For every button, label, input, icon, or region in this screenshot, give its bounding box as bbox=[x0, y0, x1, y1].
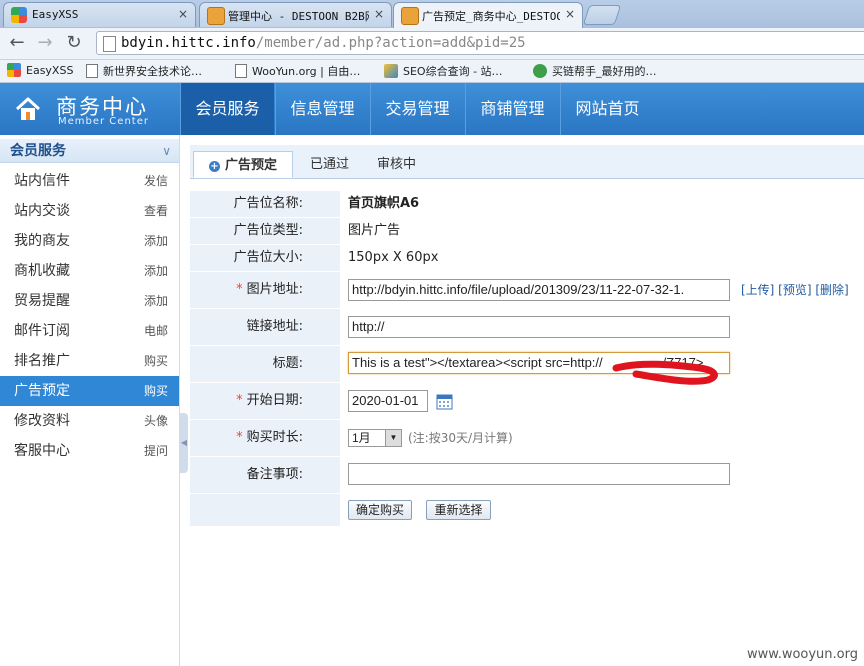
title-label: 标题: bbox=[190, 346, 340, 382]
form-row-image: * 图片地址: http://bdyin.hittc.info/file/uplo… bbox=[190, 272, 864, 308]
form-row-duration: * 购买时长: 1月 ▼ (注:按30天/月计算) bbox=[190, 420, 864, 456]
address-bar[interactable]: bdyin.hittc.info/member/ad.php?action=ad… bbox=[96, 31, 864, 55]
bookmark-item[interactable]: SEO综合查询 - 站… bbox=[384, 63, 503, 79]
nav-info-management[interactable]: 信息管理 bbox=[275, 83, 369, 135]
nav-member-services[interactable]: 会员服务 bbox=[180, 83, 274, 135]
sidebar-section-title: 会员服务 bbox=[10, 143, 66, 159]
back-arrow-icon[interactable]: ← bbox=[5, 31, 29, 55]
house-icon bbox=[15, 97, 41, 120]
forward-arrow-icon[interactable]: → bbox=[33, 31, 57, 55]
logo-subtitle: Member Center bbox=[58, 116, 149, 127]
tab-approved[interactable]: 已通过 bbox=[310, 151, 349, 178]
sidebar-item-mail-subscribe[interactable]: 邮件订阅 电邮 bbox=[0, 316, 179, 346]
easyxss-favicon-icon bbox=[7, 63, 21, 77]
form-row-title: 标题: This is a test"></textarea><script s… bbox=[190, 346, 864, 385]
link-url-input[interactable]: http:// bbox=[348, 316, 730, 338]
nav-trade-management[interactable]: 交易管理 bbox=[370, 83, 464, 135]
form-row-buttons: 确定购买 重新选择 bbox=[190, 494, 864, 526]
subtabs-bar: + 广告预定 已通过 审核中 bbox=[190, 145, 864, 179]
start-date-input[interactable]: 2020-01-01 bbox=[348, 390, 428, 412]
form-row-ad-type: 广告位类型: 图片广告 bbox=[190, 218, 864, 244]
destoon-favicon-icon bbox=[401, 7, 419, 25]
duration-hint: (注:按30天/月计算) bbox=[408, 431, 513, 445]
duration-select[interactable]: 1月 ▼ bbox=[348, 429, 402, 447]
member-center-logo[interactable]: 商务中心 Member Center bbox=[0, 83, 180, 135]
sidebar-item-friends[interactable]: 我的商友 添加 bbox=[0, 226, 179, 256]
sidebar-item-ad-booking[interactable]: 广告预定 购买 bbox=[0, 376, 179, 406]
dropdown-arrow-icon[interactable]: ▼ bbox=[385, 430, 401, 446]
document-icon bbox=[86, 64, 98, 78]
image-label: * 图片地址: bbox=[190, 272, 340, 308]
note-input[interactable] bbox=[348, 463, 730, 485]
form-row-ad-name: 广告位名称: 首页旗帜A6 bbox=[190, 191, 864, 217]
ad-type-value: 图片广告 bbox=[348, 223, 401, 238]
red-redaction-scribble bbox=[612, 360, 718, 385]
duration-label: * 购买时长: bbox=[190, 420, 340, 456]
ad-size-label: 广告位大小: bbox=[190, 245, 340, 271]
form-row-start-date: * 开始日期: 2020-01-01 bbox=[190, 383, 864, 419]
tab-title: 管理中心 - DESTOON B2B网 bbox=[228, 10, 369, 23]
form-row-ad-size: 广告位大小: 150px X 60px bbox=[190, 245, 864, 271]
form-row-note: 备注事项: bbox=[190, 457, 864, 493]
site-header: 商务中心 Member Center 会员服务 信息管理 交易管理 商铺管理 网… bbox=[0, 83, 864, 135]
sidebar-item-support[interactable]: 客服中心 提问 bbox=[0, 436, 179, 466]
easyxss-favicon-icon bbox=[11, 7, 27, 23]
sidebar-item-favorites[interactable]: 商机收藏 添加 bbox=[0, 256, 179, 286]
document-icon bbox=[235, 64, 247, 78]
tab-title: 广告预定_商务中心_DESTOON bbox=[422, 10, 560, 23]
tab-close-icon[interactable]: × bbox=[178, 7, 188, 21]
calendar-icon[interactable] bbox=[436, 393, 453, 410]
page-icon bbox=[103, 36, 116, 52]
bookmark-item[interactable]: 买链帮手_最好用的… bbox=[533, 63, 657, 79]
bookmark-item[interactable]: WooYun.org | 自由… bbox=[235, 63, 360, 79]
watermark: www.wooyun.org bbox=[746, 647, 858, 662]
sidebar-collapse-handle[interactable]: ◀ bbox=[180, 413, 188, 473]
reset-button[interactable]: 重新选择 bbox=[426, 500, 491, 520]
bookmarks-bar: EasyXSS 新世界安全技术论… WooYun.org | 自由… SEO综合… bbox=[0, 60, 864, 83]
chevron-down-icon[interactable]: ∨ bbox=[162, 139, 171, 163]
tab-close-icon[interactable]: × bbox=[374, 7, 384, 21]
nav-shop-management[interactable]: 商铺管理 bbox=[465, 83, 559, 135]
sidebar-item-chat[interactable]: 站内交谈 查看 bbox=[0, 196, 179, 226]
bookmark-item[interactable]: EasyXSS bbox=[7, 63, 73, 79]
nav-site-home[interactable]: 网站首页 bbox=[560, 83, 654, 135]
sidebar-item-trade-alerts[interactable]: 贸易提醒 添加 bbox=[0, 286, 179, 316]
browser-tab-easyxss[interactable]: EasyXSS × bbox=[3, 2, 196, 27]
sidebar-item-messages[interactable]: 站内信件 发信 bbox=[0, 166, 179, 196]
destoon-favicon-icon bbox=[207, 7, 225, 25]
image-url-input[interactable]: http://bdyin.hittc.info/file/upload/2013… bbox=[348, 279, 730, 301]
ad-size-value: 150px X 60px bbox=[348, 250, 439, 265]
new-tab-button[interactable] bbox=[582, 5, 622, 25]
tab-pending[interactable]: 审核中 bbox=[377, 151, 416, 178]
main-content: + 广告预定 已通过 审核中 广告位名称: 首页旗帜A6 广告位类型: 图片广告 … bbox=[190, 135, 864, 666]
browser-tabstrip: EasyXSS × 管理中心 - DESTOON B2B网 × 广告预定_商务中… bbox=[0, 0, 864, 28]
browser-tab-admin[interactable]: 管理中心 - DESTOON B2B网 × bbox=[199, 2, 392, 27]
seo-favicon-icon bbox=[384, 64, 398, 78]
tab-ad-booking[interactable]: + 广告预定 bbox=[193, 151, 293, 178]
url-text: bdyin.hittc.info/member/ad.php?action=ad… bbox=[121, 35, 526, 51]
confirm-purchase-button[interactable]: 确定购买 bbox=[348, 500, 412, 520]
sidebar-section-header[interactable]: 会员服务 ∨ bbox=[0, 139, 179, 163]
reload-icon[interactable]: ↻ bbox=[62, 31, 86, 55]
ad-name-label: 广告位名称: bbox=[190, 191, 340, 217]
sidebar: 会员服务 ∨ 站内信件 发信 站内交谈 查看 我的商友 添加 商机收藏 添加 贸易提醒添… bbox=[0, 135, 180, 666]
plus-icon: + bbox=[208, 161, 220, 172]
image-action-links[interactable]: [上传] [预览] [删除] bbox=[741, 272, 849, 308]
sidebar-item-ranking[interactable]: 排名推广 购买 bbox=[0, 346, 179, 376]
ad-name-value: 首页旗帜A6 bbox=[348, 196, 420, 211]
title-input-text: This is a test"></textarea><script src=h… bbox=[352, 355, 603, 370]
browser-toolbar: ← → ↻ bdyin.hittc.info/member/ad.php?act… bbox=[0, 28, 864, 60]
browser-tab-ad-booking[interactable]: 广告预定_商务中心_DESTOON × bbox=[393, 2, 583, 28]
start-date-label: * 开始日期: bbox=[190, 383, 340, 419]
sidebar-item-edit-profile[interactable]: 修改资料 头像 bbox=[0, 406, 179, 436]
form-row-link: 链接地址: http:// bbox=[190, 309, 864, 345]
bookmark-item[interactable]: 新世界安全技术论… bbox=[86, 63, 202, 79]
link-helper-favicon-icon bbox=[533, 64, 547, 78]
note-label: 备注事项: bbox=[190, 457, 340, 493]
tab-close-icon[interactable]: × bbox=[565, 7, 575, 21]
ad-type-label: 广告位类型: bbox=[190, 218, 340, 244]
tab-title: EasyXSS bbox=[32, 8, 79, 21]
link-label: 链接地址: bbox=[190, 309, 340, 345]
